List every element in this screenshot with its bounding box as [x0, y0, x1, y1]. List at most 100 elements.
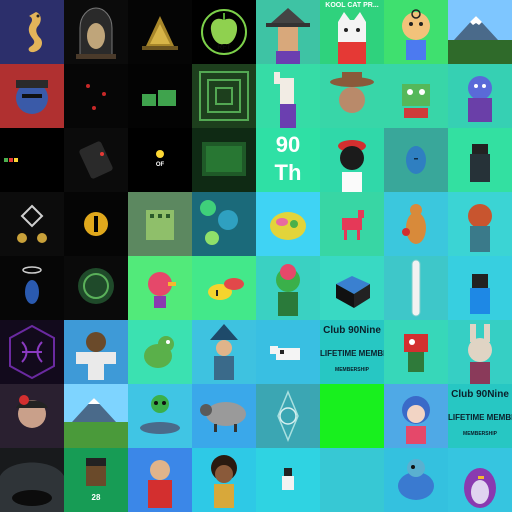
- nft-tile-green-terminal-screen[interactable]: [192, 128, 256, 192]
- nft-tile-club-90nine-card[interactable]: Club 90Nine LIFETIME MEMBER MEMBERSHIP: [448, 384, 512, 448]
- nft-tile-pixel-small-person[interactable]: [256, 448, 320, 512]
- nft-tile-pixel-cow[interactable]: [256, 320, 320, 384]
- nft-tile-seahorse-art[interactable]: [0, 0, 64, 64]
- cave-icon: [0, 462, 64, 512]
- nft-tile-silver-logo-coins[interactable]: [0, 192, 64, 256]
- nft-tile-glowing-dot-badge[interactable]: OF: [128, 128, 192, 192]
- nft-tile-dark-phone-art[interactable]: [64, 128, 128, 192]
- nft-tile-empty-teal[interactable]: [320, 448, 384, 512]
- animegirl-icon: [402, 396, 430, 444]
- portrait-icon: [16, 395, 48, 428]
- nft-tile-rainbow-alien[interactable]: [256, 256, 320, 320]
- nft-tile-ape-avatar[interactable]: [0, 64, 64, 128]
- sheep-icon: [200, 402, 246, 432]
- frog-icon: [402, 84, 430, 118]
- nft-tile-green-pixel-frog[interactable]: [384, 64, 448, 128]
- redrobot-icon: [404, 334, 428, 372]
- terminal-icon: [202, 142, 246, 176]
- nft-tile-rft-apple-badge[interactable]: RFT: [192, 0, 256, 64]
- tile-caption: OF: [155, 162, 165, 168]
- nft-tile-red-flower-portrait[interactable]: [0, 384, 64, 448]
- nft-tile-grey-sheep[interactable]: [192, 384, 256, 448]
- capguy-icon: [338, 140, 366, 192]
- nft-tile-wizard-girl[interactable]: [192, 320, 256, 384]
- seahorse-icon: [28, 12, 42, 53]
- nft-tile-surfboard[interactable]: [384, 256, 448, 320]
- tile-caption: KOOL CAT PR...: [325, 2, 379, 9]
- pisces-icon: [9, 324, 55, 380]
- nft-tile-mountain-pixel-landscape[interactable]: [448, 0, 512, 64]
- nft-tile-bitcoin-gold-art[interactable]: [64, 192, 128, 256]
- nft-tile-pixel-building[interactable]: [128, 192, 192, 256]
- nft-tile-dark-green-medallion[interactable]: [64, 256, 128, 320]
- nft-gallery-grid: RFT KOOL CAT PR... OF 90 Th Club 90Nine LIFETI…: [0, 0, 512, 512]
- nft-tile-mountain-meadow[interactable]: [64, 384, 128, 448]
- building-icon: [146, 210, 174, 240]
- turtle-icon: [398, 459, 434, 500]
- nft-tile-dark-red-art[interactable]: [64, 64, 128, 128]
- nft-tile-witch-hat-avatar[interactable]: [256, 0, 320, 64]
- punk-icon: [86, 458, 106, 486]
- nft-tile-bunny-avatar[interactable]: [448, 320, 512, 384]
- nft-tile-llama-avatar[interactable]: [256, 64, 320, 128]
- nft-tile-afro-kid[interactable]: [192, 448, 256, 512]
- nft-tile-pixel-punk-28[interactable]: 28: [64, 448, 128, 512]
- nft-tile-anime-girl-blue[interactable]: [384, 384, 448, 448]
- apple-icon: [201, 9, 247, 55]
- nft-tile-dark-cube[interactable]: [320, 256, 384, 320]
- nft-tile-halo-capsule[interactable]: [0, 256, 64, 320]
- nft-tile-green-bubbles[interactable]: [192, 192, 256, 256]
- nft-tile-solid-green[interactable]: [320, 384, 384, 448]
- nft-tile-90th-text-tile[interactable]: 90 Th: [256, 128, 320, 192]
- nft-tile-blue-furry-monster[interactable]: [448, 64, 512, 128]
- nft-tile-golden-sculpture[interactable]: [128, 0, 192, 64]
- nft-tile-boxing-kangaroo[interactable]: [384, 192, 448, 256]
- nft-tile-astronaut-kid[interactable]: [64, 320, 128, 384]
- tile-caption: MEMBERSHIP: [463, 431, 497, 437]
- nft-tile-bee-and-mushroom[interactable]: [192, 256, 256, 320]
- nft-tile-cowboy-ape-avatar[interactable]: [320, 64, 384, 128]
- nft-tile-purple-penguin[interactable]: [448, 448, 512, 512]
- nft-tile-club-90nine-lifetime-member[interactable]: Club 90Nine LIFETIME MEMBER MEMBERSHIP: [320, 320, 384, 384]
- nft-tile-green-3d-shape[interactable]: [128, 64, 192, 128]
- alien-green-icon: [276, 264, 300, 316]
- kangaroo-icon: [402, 204, 426, 244]
- gold-tree-icon: [142, 16, 178, 50]
- medallion-icon: [78, 268, 114, 304]
- tile-caption: Club 90Nine: [451, 389, 509, 400]
- nft-tile-pisces-sign[interactable]: [0, 320, 64, 384]
- nft-tile-emoji-kid-avatar[interactable]: [384, 0, 448, 64]
- nft-tile-pink-bird-character[interactable]: [128, 256, 192, 320]
- nft-tile-tiny-pixel-sprites[interactable]: [0, 128, 64, 192]
- nft-tile-hooded-figure[interactable]: [448, 128, 512, 192]
- nft-tile-green-dino[interactable]: [128, 320, 192, 384]
- nft-tile-symmetric-pattern[interactable]: [256, 384, 320, 448]
- nft-tile-colorful-blob-creature[interactable]: [256, 192, 320, 256]
- mountain2-icon: [64, 398, 128, 448]
- nft-tile-robot-suit[interactable]: [448, 256, 512, 320]
- dot-icon: [156, 150, 164, 158]
- nft-tile-green-maze[interactable]: [192, 64, 256, 128]
- nft-tile-red-robot[interactable]: [384, 320, 448, 384]
- nft-tile-red-head-zombie[interactable]: [448, 192, 512, 256]
- nft-tile-pixel-deer[interactable]: [320, 192, 384, 256]
- zombie-icon: [468, 204, 492, 252]
- cube-icon: [336, 276, 370, 308]
- tile-caption: Club 90Nine: [323, 325, 381, 336]
- nft-tile-red-hoodie-kid[interactable]: [128, 448, 192, 512]
- bunny-icon: [468, 324, 492, 384]
- blob-icon: [270, 212, 306, 240]
- tile-caption: LIFETIME MEMBER: [448, 413, 512, 422]
- tile-caption: MEMBERSHIP: [335, 367, 369, 373]
- nft-tile-egg-under-glass-dome[interactable]: [64, 0, 128, 64]
- nft-tile-blue-oval-face[interactable]: [384, 128, 448, 192]
- egg-dome-icon: [76, 7, 116, 59]
- nft-tile-kool-cat-avatar[interactable]: KOOL CAT PR...: [320, 0, 384, 64]
- astronaut-icon: [76, 332, 116, 380]
- nft-tile-blue-turtle[interactable]: [384, 448, 448, 512]
- nft-tile-alien-ufo[interactable]: [128, 384, 192, 448]
- ufo-icon: [140, 395, 180, 434]
- nft-tile-red-cap-character[interactable]: [320, 128, 384, 192]
- nft-tile-dark-cave[interactable]: [0, 448, 64, 512]
- coins-icon: [17, 204, 47, 243]
